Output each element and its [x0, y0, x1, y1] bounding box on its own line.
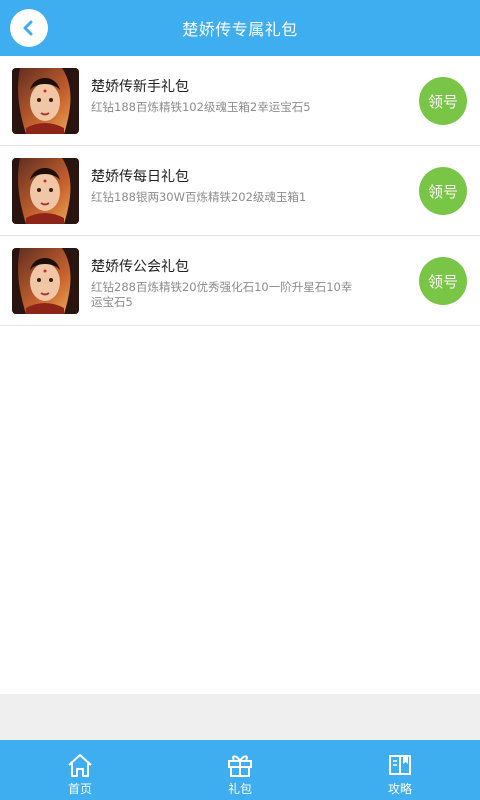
back-button[interactable]: [10, 9, 48, 47]
claim-button[interactable]: 领号: [419, 167, 467, 215]
gift-description: 红钻188百炼精铁102级魂玉箱2幸运宝石5: [91, 100, 311, 114]
gift-item: 楚娇传公会礼包 红钻288百炼精铁20优秀强化石10一阶升星石10幸运宝石5 领…: [0, 236, 480, 326]
tab-guide-label: 攻略: [387, 782, 412, 796]
content-footer-area: [0, 694, 480, 740]
gift-title: 楚娇传每日礼包: [91, 169, 189, 185]
tab-gift-label: 礼包: [227, 782, 252, 796]
tab-gift[interactable]: 礼包: [160, 740, 320, 800]
gift-icon: [228, 755, 252, 777]
gift-description: 红钻288百炼精铁20优秀强化石10一阶升星石10幸运宝石5: [91, 280, 353, 309]
gift-description: 红钻188银两30W百炼精铁202级魂玉箱1: [91, 190, 307, 204]
gift-list: 楚娇传新手礼包 红钻188百炼精铁102级魂玉箱2幸运宝石5 领号 楚娇传每日礼…: [0, 56, 480, 326]
tab-guide[interactable]: 攻略: [320, 740, 480, 800]
game-thumbnail: [12, 158, 79, 224]
tab-home[interactable]: 首页: [0, 740, 160, 800]
gift-title: 楚娇传公会礼包: [91, 259, 189, 275]
game-thumbnail: [12, 68, 79, 134]
app-header: 楚娇传专属礼包: [0, 0, 480, 56]
page-title: 楚娇传专属礼包: [182, 20, 298, 39]
home-icon: [68, 754, 92, 777]
claim-button[interactable]: 领号: [419, 77, 467, 125]
gift-item: 楚娇传每日礼包 红钻188银两30W百炼精铁202级魂玉箱1 领号: [0, 146, 480, 236]
claim-button[interactable]: 领号: [419, 257, 467, 305]
gift-item: 楚娇传新手礼包 红钻188百炼精铁102级魂玉箱2幸运宝石5 领号: [0, 56, 480, 146]
gift-title: 楚娇传新手礼包: [91, 79, 189, 95]
game-thumbnail: [12, 248, 79, 314]
back-arrow-icon: [23, 20, 33, 36]
book-icon: [389, 755, 411, 775]
bottom-tab-bar: 首页 礼包 攻略: [0, 740, 480, 800]
tab-home-label: 首页: [67, 782, 92, 796]
